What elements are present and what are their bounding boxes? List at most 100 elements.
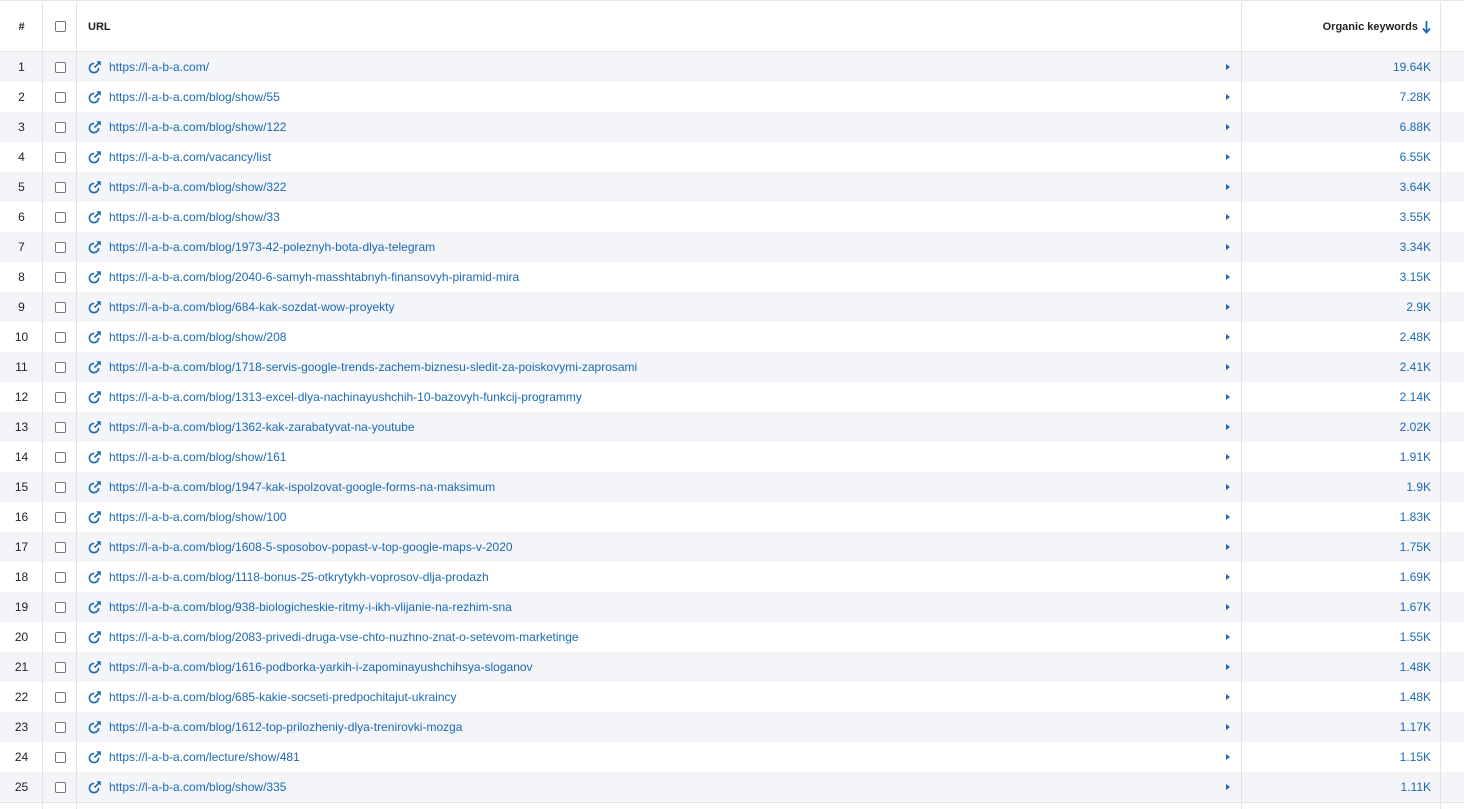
row-checkbox[interactable] (54, 241, 66, 253)
expand-row-button[interactable] (1214, 82, 1242, 112)
organic-keywords-value[interactable]: 6.88K (1400, 120, 1431, 134)
external-link-icon[interactable] (88, 720, 102, 734)
row-checkbox[interactable] (54, 541, 66, 553)
external-link-icon[interactable] (88, 540, 102, 554)
organic-keywords-value[interactable]: 3.34K (1400, 240, 1431, 254)
external-link-icon[interactable] (88, 360, 102, 374)
external-link-icon[interactable] (88, 270, 102, 284)
expand-row-button[interactable] (1214, 232, 1242, 262)
row-checkbox[interactable] (54, 481, 66, 493)
organic-keywords-value[interactable]: 3.55K (1400, 210, 1431, 224)
external-link-icon[interactable] (88, 660, 102, 674)
expand-row-button[interactable] (1214, 442, 1242, 472)
external-link-icon[interactable] (88, 600, 102, 614)
external-link-icon[interactable] (88, 90, 102, 104)
external-link-icon[interactable] (88, 300, 102, 314)
arrow-down-icon[interactable] (1422, 20, 1431, 34)
url-link[interactable]: https://l-a-b-a.com/blog/show/335 (109, 780, 286, 794)
expand-row-button[interactable] (1214, 742, 1242, 772)
row-checkbox[interactable] (54, 301, 66, 313)
url-link[interactable]: https://l-a-b-a.com/blog/1608-5-sposobov… (109, 540, 513, 554)
select-all-checkbox[interactable] (54, 21, 66, 32)
row-checkbox[interactable] (54, 61, 66, 73)
organic-keywords-value[interactable]: 1.91K (1400, 450, 1431, 464)
expand-row-button[interactable] (1214, 52, 1242, 82)
external-link-icon[interactable] (88, 240, 102, 254)
row-checkbox[interactable] (54, 121, 66, 133)
row-checkbox[interactable] (54, 181, 66, 193)
expand-row-button[interactable] (1214, 142, 1242, 172)
url-link[interactable]: https://l-a-b-a.com/blog/2040-6-samyh-ma… (109, 270, 519, 284)
row-checkbox[interactable] (54, 151, 66, 163)
expand-row-button[interactable] (1214, 322, 1242, 352)
url-link[interactable]: https://l-a-b-a.com/blog/685-kakie-socse… (109, 690, 457, 704)
row-checkbox[interactable] (54, 601, 66, 613)
organic-keywords-value[interactable]: 1.69K (1400, 570, 1431, 584)
organic-keywords-value[interactable]: 1.15K (1400, 750, 1431, 764)
external-link-icon[interactable] (88, 120, 102, 134)
external-link-icon[interactable] (88, 780, 102, 794)
url-link[interactable]: https://l-a-b-a.com/blog/1718-servis-goo… (109, 360, 637, 374)
row-checkbox[interactable] (54, 331, 66, 343)
external-link-icon[interactable] (88, 450, 102, 464)
url-link[interactable]: https://l-a-b-a.com/blog/2083-privedi-dr… (109, 630, 579, 644)
url-link[interactable]: https://l-a-b-a.com/blog/show/55 (109, 90, 280, 104)
column-header-url[interactable]: URL (77, 2, 1214, 51)
expand-row-button[interactable] (1214, 262, 1242, 292)
organic-keywords-value[interactable]: 1.67K (1400, 600, 1431, 614)
row-checkbox[interactable] (54, 661, 66, 673)
expand-row-button[interactable] (1214, 592, 1242, 622)
expand-row-button[interactable] (1214, 352, 1242, 382)
row-checkbox[interactable] (54, 691, 66, 703)
url-link[interactable]: https://l-a-b-a.com/blog/show/33 (109, 210, 280, 224)
url-link[interactable]: https://l-a-b-a.com/blog/show/322 (109, 180, 286, 194)
row-checkbox[interactable] (54, 751, 66, 763)
row-checkbox[interactable] (54, 571, 66, 583)
expand-row-button[interactable] (1214, 682, 1242, 712)
organic-keywords-value[interactable]: 3.15K (1400, 270, 1431, 284)
row-checkbox[interactable] (54, 391, 66, 403)
row-checkbox[interactable] (54, 91, 66, 103)
organic-keywords-value[interactable]: 6.55K (1400, 150, 1431, 164)
organic-keywords-value[interactable]: 2.14K (1400, 390, 1431, 404)
external-link-icon[interactable] (88, 330, 102, 344)
url-link[interactable]: https://l-a-b-a.com/blog/1612-top-priloz… (109, 720, 462, 734)
external-link-icon[interactable] (88, 180, 102, 194)
external-link-icon[interactable] (88, 690, 102, 704)
external-link-icon[interactable] (88, 390, 102, 404)
url-link[interactable]: https://l-a-b-a.com/blog/1118-bonus-25-o… (109, 570, 489, 584)
expand-row-button[interactable] (1214, 412, 1242, 442)
organic-keywords-value[interactable]: 1.75K (1400, 540, 1431, 554)
organic-keywords-value[interactable]: 1.48K (1400, 660, 1431, 674)
external-link-icon[interactable] (88, 570, 102, 584)
url-link[interactable]: https://l-a-b-a.com/blog/1947-kak-ispolz… (109, 480, 495, 494)
url-link[interactable]: https://l-a-b-a.com/blog/1616-podborka-y… (109, 660, 533, 674)
url-link[interactable]: https://l-a-b-a.com/blog/show/208 (109, 330, 286, 344)
organic-keywords-value[interactable]: 1.11K (1401, 780, 1431, 794)
expand-row-button[interactable] (1214, 292, 1242, 322)
row-checkbox[interactable] (54, 511, 66, 523)
organic-keywords-value[interactable]: 2.9K (1406, 300, 1431, 314)
row-checkbox[interactable] (54, 271, 66, 283)
row-checkbox[interactable] (54, 211, 66, 223)
url-link[interactable]: https://l-a-b-a.com/blog/show/161 (109, 450, 286, 464)
url-link[interactable]: https://l-a-b-a.com/blog/1313-excel-dlya… (109, 390, 582, 404)
organic-keywords-value[interactable]: 2.41K (1400, 360, 1431, 374)
organic-keywords-value[interactable]: 1.17K (1400, 720, 1431, 734)
external-link-icon[interactable] (88, 480, 102, 494)
external-link-icon[interactable] (88, 60, 102, 74)
url-link[interactable]: https://l-a-b-a.com/blog/938-biologiches… (109, 600, 512, 614)
row-checkbox[interactable] (54, 781, 66, 793)
organic-keywords-value[interactable]: 3.64K (1400, 180, 1431, 194)
organic-keywords-value[interactable]: 19.64K (1393, 60, 1431, 74)
url-link[interactable]: https://l-a-b-a.com/blog/show/122 (109, 120, 286, 134)
external-link-icon[interactable] (88, 750, 102, 764)
expand-row-button[interactable] (1214, 472, 1242, 502)
external-link-icon[interactable] (88, 210, 102, 224)
expand-row-button[interactable] (1214, 772, 1242, 802)
organic-keywords-value[interactable]: 7.28K (1400, 90, 1431, 104)
row-checkbox[interactable] (54, 451, 66, 463)
row-checkbox[interactable] (54, 361, 66, 373)
url-link[interactable]: https://l-a-b-a.com/blog/show/100 (109, 510, 286, 524)
organic-keywords-value[interactable]: 2.48K (1400, 330, 1431, 344)
